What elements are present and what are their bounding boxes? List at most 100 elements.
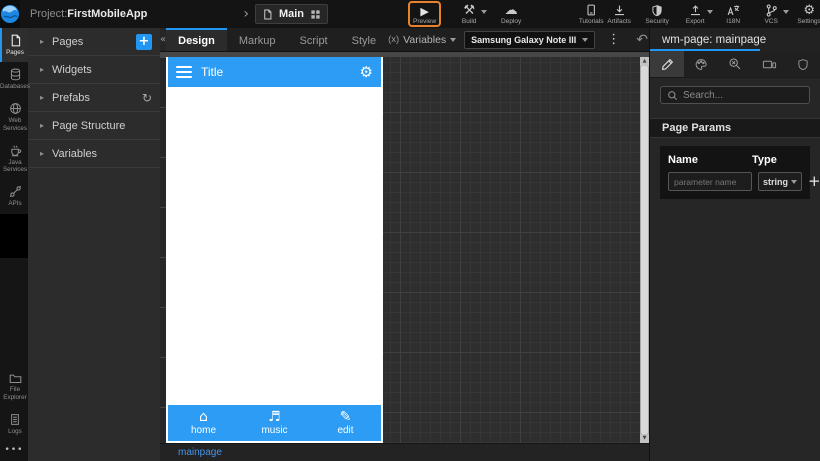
panel-section-pages[interactable]: ▸ Pages + [28, 28, 160, 56]
canvas-toolbar: « Design Markup Script Style (x) Variabl… [160, 28, 706, 52]
upload-arrow-icon: ↑ [508, 4, 515, 12]
preview-button[interactable]: ▶ Preview [408, 1, 442, 27]
sidebar-item-java-services[interactable]: Java Services [0, 138, 28, 179]
tab-styles[interactable] [684, 51, 718, 77]
variables-dropdown[interactable]: (x) Variables [388, 28, 457, 51]
panel-section-variables[interactable]: ▸ Variables [28, 140, 160, 168]
sidebar-item-file-explorer[interactable]: File Explorer [0, 366, 28, 406]
upload-tray-icon [689, 3, 702, 17]
caret-down-icon [481, 10, 488, 14]
panel-section-label: Page Structure [52, 119, 126, 132]
i18n-label: I18N [726, 18, 741, 25]
security-label: Security [645, 18, 669, 25]
breadcrumb[interactable]: mainpage [178, 447, 222, 458]
scroll-up-icon[interactable]: ▲ [640, 57, 649, 66]
panel-section-label: Pages [52, 35, 84, 48]
topbar-right-actions: Artifacts Security Export I18N VCS ⚙ Set… [605, 1, 820, 27]
gear-icon[interactable]: ⚙ [360, 64, 373, 80]
scroll-down-icon[interactable]: ▼ [640, 434, 649, 443]
tab-search-bindings[interactable] [718, 51, 752, 77]
gear-icon: ⚙ [803, 3, 815, 18]
folder-icon [9, 374, 21, 384]
settings-button[interactable]: ⚙ Settings [795, 1, 820, 27]
tab-properties[interactable] [650, 51, 684, 77]
palette-icon [695, 58, 707, 70]
phone-header[interactable]: Title ⚙ [168, 57, 381, 87]
add-parameter-button[interactable]: + [808, 174, 820, 189]
active-tab-indicator [650, 49, 760, 51]
search-input[interactable] [683, 89, 803, 101]
sidebar-item-apis[interactable]: APIs [0, 179, 28, 213]
sidebar-item-pages[interactable]: Pages [0, 28, 28, 63]
tab-devices[interactable] [752, 51, 786, 77]
hamburger-menu-icon[interactable] [176, 65, 192, 79]
status-bar: mainpage [160, 443, 649, 461]
sidebar-item-label: Web Services [2, 117, 28, 132]
panel-section-page-structure[interactable]: ▸ Page Structure [28, 112, 160, 140]
caret-right-icon: ▸ [40, 120, 45, 130]
sidebar-item-databases[interactable]: Databases [0, 62, 30, 96]
branch-icon [765, 3, 778, 17]
page-select[interactable]: Main [254, 4, 329, 24]
canvas-scrollbar[interactable]: ▲ ▼ [640, 57, 649, 443]
build-button[interactable]: ⚒ Build [455, 1, 488, 27]
i18n-button[interactable]: I18N [719, 1, 747, 27]
parameter-type-select[interactable]: string [758, 172, 803, 191]
tutorials-button[interactable]: Tutorials [577, 1, 605, 27]
tab-style[interactable]: Style [340, 28, 388, 51]
device-select[interactable]: Samsung Galaxy Note III [464, 30, 596, 49]
security-button[interactable]: Security [643, 1, 671, 27]
sidebar-item-label: Pages [6, 49, 24, 56]
deploy-button[interactable]: ☁ ↑ Deploy [497, 1, 525, 27]
refresh-icon[interactable]: ↻ [142, 92, 152, 104]
tab-markup[interactable]: Markup [227, 28, 288, 51]
page-icon [11, 34, 20, 47]
settings-label: Settings [797, 18, 820, 25]
sidebar-item-label: APIs [8, 200, 22, 208]
top-bar: Project:FirstMobileApp › Main ▶ Preview … [0, 0, 820, 28]
tab-script[interactable]: Script [288, 28, 340, 51]
export-button[interactable]: Export [681, 1, 714, 27]
tab-design[interactable]: Design [166, 28, 227, 51]
panel-section-label: Prefabs [52, 91, 90, 104]
column-header-name: Name [668, 154, 698, 166]
page-params-section-header: Page Params [650, 118, 820, 138]
globe-icon [9, 103, 21, 115]
deploy-label: Deploy [501, 18, 522, 25]
page-select-value: Main [278, 8, 305, 20]
page-params-panel: Name Type string + [660, 146, 820, 199]
left-sidebar: Pages Databases Web Services Java Servic… [0, 28, 30, 461]
nav-item-edit[interactable]: ✎ edit [310, 405, 381, 441]
scrollbar-thumb[interactable] [641, 66, 648, 434]
kebab-menu-icon[interactable]: ⋮ [603, 28, 624, 51]
coffee-cup-icon [10, 145, 21, 157]
left-panel: ▸ Pages + ▸ Widgets ▸ Prefabs ↻ ▸ Page S… [28, 28, 160, 461]
design-canvas[interactable]: Title ⚙ ⌂ home ♬ music ✎ edit ▲ ▼ [160, 52, 649, 443]
wavemaker-logo[interactable] [0, 0, 20, 28]
download-tray-icon [613, 3, 626, 17]
panel-section-widgets[interactable]: ▸ Widgets [28, 56, 160, 84]
tab-security[interactable] [786, 51, 820, 77]
variables-icon: (x) [388, 34, 400, 45]
add-page-button[interactable]: + [136, 33, 152, 50]
phone-page-content[interactable] [168, 87, 381, 405]
pencil-icon: ✎ [339, 409, 352, 425]
tutorials-label: Tutorials [578, 18, 604, 25]
vcs-button[interactable]: VCS [757, 1, 790, 27]
panel-section-prefabs[interactable]: ▸ Prefabs ↻ [28, 84, 160, 112]
phone-mockup[interactable]: Title ⚙ ⌂ home ♬ music ✎ edit [166, 57, 383, 443]
phone-page-title: Title [201, 65, 224, 79]
nav-item-music[interactable]: ♬ music [239, 405, 310, 441]
sidebar-item-logs[interactable]: Logs [0, 407, 28, 441]
grid-icon[interactable] [310, 9, 321, 20]
device-icon [762, 60, 776, 68]
artifacts-button[interactable]: Artifacts [605, 1, 633, 27]
phone-bottom-nav: ⌂ home ♬ music ✎ edit [168, 405, 381, 441]
caret-down-icon [791, 179, 798, 184]
sidebar-item-web-services[interactable]: Web Services [0, 96, 28, 137]
caret-down-icon [707, 10, 714, 14]
section-title: Page Params [662, 122, 732, 134]
nav-item-home[interactable]: ⌂ home [168, 405, 239, 441]
more-options-icon[interactable]: ••• [0, 441, 28, 461]
parameter-name-input[interactable] [668, 172, 752, 191]
